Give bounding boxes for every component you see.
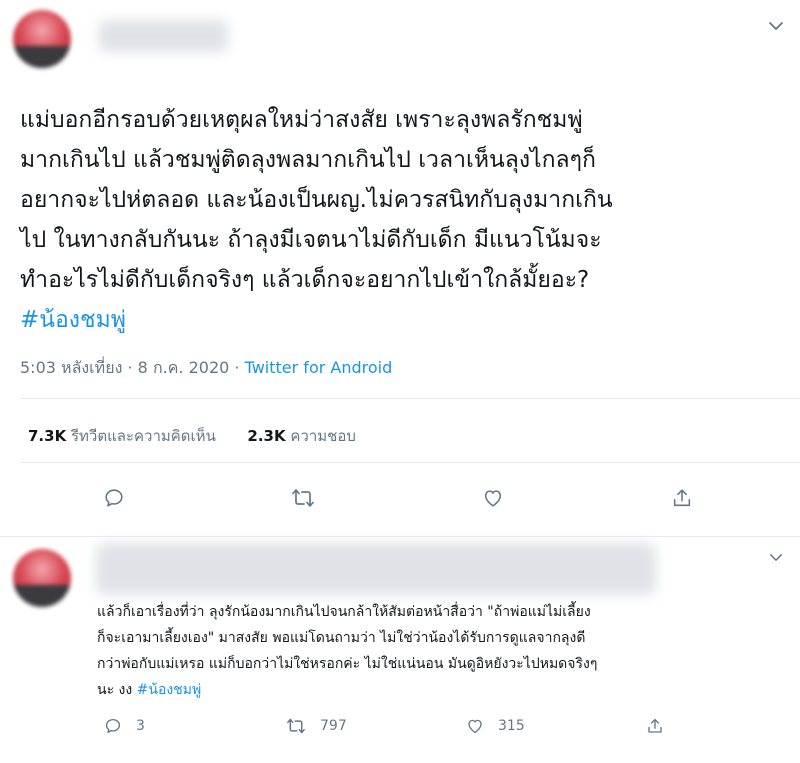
reply-count: 3: [136, 718, 145, 734]
reply-tweet[interactable]: แล้วก็เอาเรื่องที่ว่า ลุงรักน้องมากเกินไ…: [0, 537, 800, 763]
tweet-text: แม่บอกอีกรอบด้วยเหตุผลใหม่ว่าสงสัย เพราะ…: [20, 100, 780, 340]
hashtag-link[interactable]: #น้องชมพู่: [137, 682, 202, 698]
like-button[interactable]: 315: [466, 717, 525, 735]
avatar[interactable]: [13, 10, 71, 68]
retweet-icon[interactable]: [285, 480, 321, 516]
like-count: 315: [498, 718, 525, 734]
tweet-line: มากเกินไป แล้วชมพู่ติดลุงพลมากเกินไป เวล…: [20, 147, 596, 173]
reply-icon[interactable]: [96, 480, 132, 516]
avatar[interactable]: [13, 549, 71, 607]
retweets-label: รีทวีตและความคิดเห็น: [70, 427, 216, 445]
reply-line: ก็จะเอามาเลี้ยงเอง" มาสงสัย พอแม่โดนถามว…: [97, 630, 586, 646]
reply-line: กว่าพ่อกับแม่เหรอ แม่ก็บอกว่าไม่ใช่หรอกค…: [97, 656, 598, 672]
retweet-icon: [286, 717, 320, 735]
author-name-blurred[interactable]: [96, 543, 656, 595]
retweet-button[interactable]: 797: [286, 717, 347, 735]
tweet-stats: 7.3K รีทวีตและความคิดเห็น 2.3K ความชอบ: [28, 424, 356, 448]
heart-icon: [466, 717, 498, 735]
likes-label: ความชอบ: [290, 427, 356, 445]
divider: [20, 462, 800, 463]
tweet-line: ทำอะไรไม่ดีกับเด็กจริงๆ แล้วเด็กจะอยากไป…: [20, 267, 590, 293]
tweet-time[interactable]: 5:03 หลังเที่ยง: [20, 358, 122, 377]
tweet-source-link[interactable]: Twitter for Android: [245, 358, 393, 377]
retweet-count: 797: [320, 718, 347, 734]
reply-line: นะ งง: [97, 682, 137, 698]
tweet-line: อยากจะไปห่ตลอด และน้องเป็นผญ.ไม่ควรสนิทก…: [20, 187, 613, 213]
retweets-count: 7.3K: [28, 427, 67, 445]
tweet-line: แม่บอกอีกรอบด้วยเหตุผลใหม่ว่าสงสัย เพราะ…: [20, 107, 583, 133]
tweet-actions: [0, 470, 800, 520]
likes-count: 2.3K: [247, 427, 286, 445]
retweets-stat[interactable]: 7.3K รีทวีตและความคิดเห็น: [28, 427, 216, 445]
reply-icon: [104, 717, 136, 735]
reply-line: แล้วก็เอาเรื่องที่ว่า ลุงรักน้องมากเกินไ…: [97, 604, 591, 620]
chevron-down-icon[interactable]: [764, 545, 788, 569]
main-tweet: แม่บอกอีกรอบด้วยเหตุผลใหม่ว่าสงสัย เพราะ…: [0, 0, 800, 537]
reply-text: แล้วก็เอาเรื่องที่ว่า ลุงรักน้องมากเกินไ…: [97, 599, 787, 703]
chevron-down-icon[interactable]: [764, 14, 788, 38]
divider: [20, 398, 800, 399]
reply-actions: 3 797 315: [0, 717, 800, 747]
share-icon[interactable]: [664, 480, 700, 516]
hashtag-link[interactable]: #น้องชมพู่: [20, 307, 126, 333]
meta-separator: ·: [127, 358, 133, 377]
reply-button[interactable]: 3: [104, 717, 145, 735]
author-name-blurred[interactable]: [98, 20, 228, 52]
meta-separator: ·: [234, 358, 240, 377]
likes-stat[interactable]: 2.3K ความชอบ: [247, 427, 355, 445]
tweet-meta: 5:03 หลังเที่ยง · 8 ก.ค. 2020 · Twitter …: [20, 356, 392, 381]
tweet-date[interactable]: 8 ก.ค. 2020: [138, 358, 230, 377]
heart-icon[interactable]: [475, 480, 511, 516]
tweet-line: ไป ในทางกลับกันนะ ถ้าลุงมีเจตนาไม่ดีกับเ…: [20, 227, 602, 253]
share-icon[interactable]: [646, 717, 678, 735]
